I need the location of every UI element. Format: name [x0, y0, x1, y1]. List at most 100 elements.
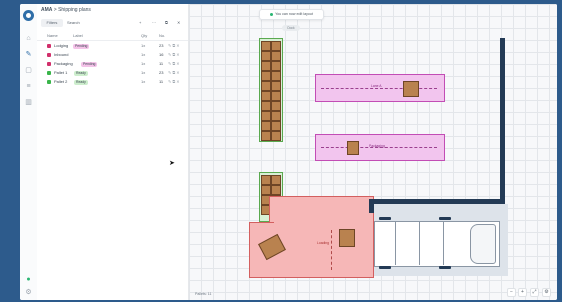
- mouse-cursor-icon: ➤: [169, 160, 175, 167]
- color-swatch: [47, 53, 51, 57]
- rack-box[interactable]: [261, 185, 271, 195]
- rack-box[interactable]: [271, 111, 281, 121]
- rack-box[interactable]: [271, 131, 281, 141]
- rack-box[interactable]: [271, 41, 281, 51]
- lane-top-box[interactable]: [403, 81, 419, 97]
- rack-box[interactable]: [261, 41, 271, 51]
- table-row[interactable]: Pallet 1 Ready 1x 23 ✎⧉✕: [37, 69, 188, 77]
- rack-box[interactable]: [261, 131, 271, 141]
- col-qty[interactable]: Qty: [141, 32, 147, 40]
- rack-box[interactable]: [261, 121, 271, 131]
- rack-box[interactable]: [271, 91, 281, 101]
- rack-box[interactable]: [261, 51, 271, 61]
- loading-zone[interactable]: [269, 196, 374, 278]
- rack-box[interactable]: [261, 91, 271, 101]
- chart-icon[interactable]: ▥: [24, 98, 33, 107]
- rack-box[interactable]: [261, 71, 271, 81]
- row-actions-icon[interactable]: ✎⧉✕: [168, 62, 181, 66]
- rack-box[interactable]: [271, 121, 281, 131]
- color-swatch: [47, 62, 51, 66]
- settings-button-icon[interactable]: ⚙: [542, 288, 551, 297]
- rack-box[interactable]: [271, 51, 281, 61]
- search-label: Search: [67, 20, 80, 25]
- breadcrumb-separator: >: [53, 7, 57, 13]
- truck-wheel: [439, 217, 451, 220]
- rack-box[interactable]: [271, 61, 281, 71]
- box-icon[interactable]: ▢: [24, 66, 33, 75]
- copy-icon[interactable]: ⧉: [165, 19, 168, 27]
- row-qty: 1x: [141, 52, 146, 57]
- plans-panel: AMA > Shipping plans Filters Search + ⋯ …: [37, 4, 189, 300]
- app-logo[interactable]: [23, 10, 34, 21]
- row-actions-icon[interactable]: ✎⧉✕: [168, 71, 181, 75]
- breadcrumb: AMA > Shipping plans: [41, 7, 91, 13]
- rack-box[interactable]: [261, 111, 271, 121]
- edit-icon[interactable]: ✎: [24, 50, 33, 59]
- zoom-in-button[interactable]: +: [518, 288, 527, 297]
- rack-box[interactable]: [271, 175, 281, 185]
- home-icon[interactable]: ⌂: [24, 34, 33, 43]
- row-actions-icon[interactable]: ✎⧉✕: [168, 80, 181, 84]
- rack-box[interactable]: [261, 61, 271, 71]
- lane-top-line: [321, 88, 437, 89]
- list-icon[interactable]: ≡: [24, 82, 33, 91]
- row-qty: 1x: [141, 43, 146, 48]
- row-count: 11: [159, 79, 164, 84]
- table-row[interactable]: Lodging Pending 1x 23 ✎⧉✕: [37, 42, 188, 50]
- rack-box[interactable]: [261, 81, 271, 91]
- status-text: Pallets: 11: [195, 292, 212, 296]
- layout-canvas[interactable]: You can now edit layout Dock Lane A Pack…: [189, 4, 557, 300]
- row-name: Pallet 1: [54, 70, 68, 75]
- rack-box[interactable]: [271, 101, 281, 111]
- color-swatch: [47, 71, 51, 75]
- rack-box[interactable]: [271, 185, 281, 195]
- filter-button[interactable]: Filters: [41, 19, 63, 27]
- settings-icon[interactable]: ⚙: [24, 288, 33, 297]
- status-badge: Pending: [73, 43, 90, 49]
- truck-divider: [419, 221, 420, 265]
- col-count[interactable]: No.: [159, 32, 165, 40]
- add-button[interactable]: +: [139, 19, 141, 27]
- row-name: Pallet 2: [54, 79, 68, 84]
- truck-divider: [395, 221, 396, 265]
- rack-box[interactable]: [261, 175, 271, 185]
- lane-top-label: Lane A: [371, 84, 382, 88]
- row-count: 23: [159, 43, 164, 48]
- delete-icon[interactable]: ✕: [177, 19, 180, 27]
- truck-cab: [470, 224, 496, 264]
- fit-icon[interactable]: ⤢: [530, 288, 539, 297]
- more-button[interactable]: ⋯: [152, 19, 156, 27]
- table-row[interactable]: Inbound 1x 16 ✎⧉✕: [37, 51, 188, 59]
- table-row[interactable]: Pallet 2 Ready 1x 11 ✎⧉✕: [37, 78, 188, 86]
- rack-box[interactable]: [271, 71, 281, 81]
- truck-wheel: [379, 217, 391, 220]
- toast-message: You can now edit layout: [259, 9, 324, 20]
- rack-box[interactable]: [261, 101, 271, 111]
- search-button[interactable]: Search: [67, 19, 80, 27]
- col-label[interactable]: Label: [73, 32, 83, 40]
- col-name[interactable]: Name: [47, 32, 58, 40]
- row-qty: 1x: [141, 61, 146, 66]
- row-name: Inbound: [54, 52, 69, 57]
- app-window: ⌂ ✎ ▢ ≡ ▥ ● ⚙ AMA > Shipping plans Filte…: [20, 4, 557, 300]
- row-qty: 1x: [141, 70, 146, 75]
- table-header: Name Label Qty No.: [37, 32, 188, 41]
- zone-label: Loading: [317, 241, 330, 245]
- row-actions-icon[interactable]: ✎⧉✕: [168, 44, 181, 48]
- lane-mid-box[interactable]: [347, 141, 359, 155]
- truck-divider: [443, 221, 444, 265]
- row-actions-icon[interactable]: ✎⧉✕: [168, 53, 181, 57]
- zone-box[interactable]: [339, 229, 355, 247]
- wall-right: [500, 38, 505, 204]
- filter-label: Filters: [46, 20, 58, 25]
- table-row[interactable]: Packaging Pending 1x 11 ✎⧉✕: [37, 60, 188, 68]
- breadcrumb-project[interactable]: AMA: [41, 7, 52, 13]
- status-badge: Ready: [74, 70, 88, 76]
- dock-pill[interactable]: Dock: [282, 25, 300, 31]
- lane-mid-label: Packaging: [369, 144, 385, 148]
- status-dot-icon: ●: [26, 276, 31, 283]
- rack-box[interactable]: [271, 81, 281, 91]
- zoom-out-button[interactable]: −: [507, 288, 516, 297]
- row-count: 16: [159, 52, 164, 57]
- row-name: Packaging: [54, 61, 73, 66]
